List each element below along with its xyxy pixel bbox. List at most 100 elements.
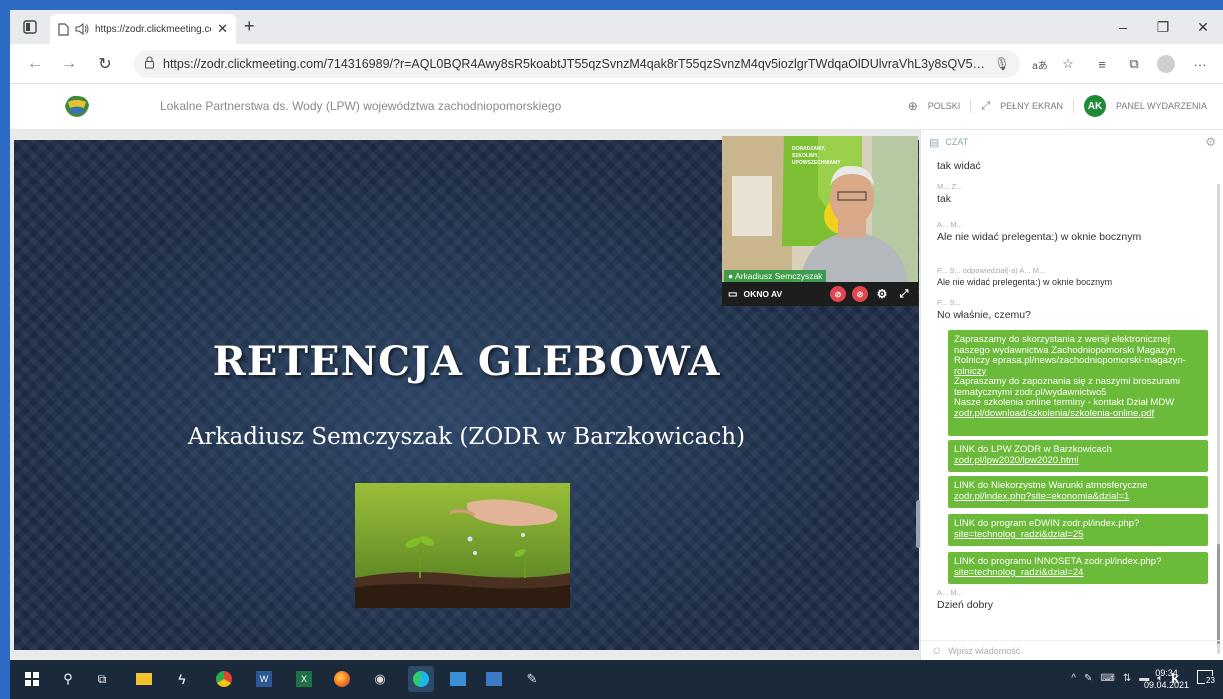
link-url[interactable]: site=technolog_radzi&dzial=25 <box>954 529 1202 541</box>
url-field[interactable]: https://zodr.clickmeeting.com/714316989/… <box>134 50 1020 78</box>
lock-icon[interactable] <box>144 56 155 72</box>
announcement-link[interactable]: zodr.pl/download/szkolenia/szkolenia-onl… <box>954 408 1202 420</box>
divider <box>1072 99 1074 113</box>
favorite-star-icon[interactable]: ☆ <box>1056 52 1080 76</box>
camera-off-button[interactable]: ⊘ <box>830 286 846 302</box>
clock-date: 09.04.2021 <box>1143 680 1189 690</box>
slide-subtitle: Arkadiusz Semczyszak (ZODR w Barzkowicac… <box>187 424 746 450</box>
browser-tab[interactable]: https://zodr.clickmeeting.co ✕ <box>50 14 236 44</box>
profile-icon[interactable] <box>1154 52 1178 76</box>
link-message: LINK do programu INNOSETA zodr.pl/index.… <box>948 552 1208 584</box>
link-url[interactable]: site=technolog_radzi&dzial=24 <box>954 567 1202 579</box>
link-url[interactable]: zodr.pl/index.php?site=ekonomia&dzial=1 <box>954 491 1202 503</box>
close-tab-icon[interactable]: ✕ <box>217 21 228 37</box>
chat-input[interactable]: ☺ Wpisz wiadomość <box>921 640 1223 660</box>
language-selector[interactable]: POLSKI <box>928 101 961 111</box>
message-author: A... M... <box>937 588 963 597</box>
firefox-icon[interactable] <box>332 669 352 689</box>
mic-on-icon: ● <box>728 271 734 281</box>
av-window-icon[interactable]: ▭ <box>728 289 737 300</box>
seedling-image <box>355 483 570 608</box>
favorites-list-icon[interactable]: ≡ <box>1090 52 1114 76</box>
globe-icon[interactable]: ⊕ <box>908 99 918 113</box>
restore-icon[interactable]: ❐ <box>1143 10 1183 44</box>
keyboard-icon[interactable]: ⌨ <box>1100 673 1114 684</box>
forward-icon[interactable]: → <box>56 52 82 76</box>
page-icon <box>58 22 69 36</box>
windows-start-icon[interactable] <box>22 669 42 689</box>
network-app-icon[interactable] <box>448 669 468 689</box>
link-title: LINK do LPW ZODR w Barzkowicach <box>954 444 1112 455</box>
clock-time: 09:34 <box>1155 668 1178 678</box>
avatar[interactable]: AK <box>1083 95 1106 117</box>
clock[interactable]: 09:34 09.04.2021 <box>1144 667 1189 691</box>
collections-icon[interactable]: ⧉ <box>1122 52 1146 76</box>
photos-icon[interactable] <box>484 669 504 689</box>
back-icon[interactable]: ← <box>22 52 48 76</box>
speaker-icon[interactable] <box>75 23 89 35</box>
new-tab-icon[interactable]: + <box>244 16 255 37</box>
word-icon[interactable]: W <box>254 669 274 689</box>
message-author: P... S... <box>937 298 961 307</box>
url-text: https://zodr.clickmeeting.com/714316989/… <box>163 57 987 71</box>
scrollbar-thumb[interactable] <box>1217 544 1220 644</box>
link-url[interactable]: zodr.pl/lpw2020/lpw2020.html <box>954 455 1202 467</box>
close-window-icon[interactable]: ✕ <box>1183 10 1223 44</box>
message-text: Dzień dobry <box>937 599 994 611</box>
chat-message: A... M... Dzień dobry <box>937 588 1205 611</box>
chat-message: M... Z... tak <box>937 182 1205 205</box>
chat-scrollbar[interactable] <box>1217 184 1220 654</box>
link-message: LINK do program eDWIN zodr.pl/index.php?… <box>948 514 1208 546</box>
banner-text: DORADZAMY, SZKOLIMY, UPOWSZECHNIAMY <box>792 146 841 166</box>
app-header: Lokalne Partnerstwa ds. Wody (LPW) wojew… <box>10 84 1223 130</box>
excel-icon[interactable]: X <box>294 669 314 689</box>
chevron-up-icon[interactable]: ^ <box>1071 673 1076 684</box>
presenter-name: Arkadiusz Semczyszak <box>735 271 823 281</box>
slide-title: RETENCJA GLEBOWA <box>212 338 721 385</box>
link-title[interactable]: LINK do program eDWIN zodr.pl/index.php? <box>954 518 1202 530</box>
event-title: Lokalne Partnerstwa ds. Wody (LPW) wojew… <box>160 99 562 113</box>
chat-message: P... S... No właśnie, czemu? <box>937 298 1205 321</box>
chat-reply: P... S... odpowiedział(-a) A... M... Ale… <box>937 266 1205 287</box>
divider <box>970 99 972 113</box>
announcement-link[interactable]: Rolniczy eprasa.pl/news/zachodniopomorsk… <box>954 355 1202 367</box>
notification-center-icon[interactable]: 23 <box>1197 670 1217 690</box>
fullscreen-icon[interactable]: ⤢ <box>981 100 990 113</box>
edge-icon[interactable] <box>408 666 434 692</box>
chat-message: tak widać <box>937 160 1205 172</box>
chat-input-placeholder: Wpisz wiadomość <box>948 645 1021 656</box>
minimize-icon[interactable]: – <box>1103 10 1143 44</box>
mic-icon[interactable]: 🎙︎ <box>994 57 1010 72</box>
announcement-message: Zapraszamy do skorzystania z wersji elek… <box>948 330 1208 436</box>
refresh-icon[interactable]: ↻ <box>92 52 118 76</box>
chrome-icon[interactable] <box>214 669 234 689</box>
task-view-icon[interactable]: ⧉ <box>92 669 112 689</box>
tab-actions-icon[interactable] <box>22 19 38 35</box>
av-window-label[interactable]: OKNO AV <box>743 289 824 299</box>
camera-app-icon[interactable]: ◉ <box>370 669 390 689</box>
link-message: LINK do Niekorzystne Warunki atmosferycz… <box>948 476 1208 508</box>
video-controls: ▭ OKNO AV ⊘ ⊘ ⚙ ⤢ <box>722 282 918 306</box>
app-icon[interactable]: ϟ <box>172 669 192 689</box>
paint-icon[interactable]: ✎ <box>522 669 542 689</box>
more-menu-icon[interactable]: ··· <box>1188 52 1212 76</box>
popout-icon[interactable]: ⤢ <box>896 286 912 302</box>
chat-icon: ▤ <box>929 136 940 149</box>
emoji-icon[interactable]: ☺ <box>931 645 942 657</box>
tab-title: https://zodr.clickmeeting.co <box>95 23 212 35</box>
file-explorer-icon[interactable] <box>134 669 154 689</box>
event-panel-button[interactable]: PANEL WYDARZENIA <box>1116 101 1207 111</box>
search-icon[interactable]: ⚲ <box>58 669 78 689</box>
network-icon[interactable]: ⇅ <box>1123 673 1131 684</box>
chat-settings-icon[interactable]: ⚙ <box>1205 135 1216 149</box>
message-author: A... M... <box>937 220 963 229</box>
announcement-line: Zapraszamy do skorzystania z wersji elek… <box>954 334 1170 345</box>
fullscreen-button[interactable]: PEŁNY EKRAN <box>1000 101 1063 111</box>
mic-off-button[interactable]: ⊘ <box>852 286 868 302</box>
header-actions: ⊕ POLSKI ⤢ PEŁNY EKRAN AK PANEL WYDARZEN… <box>908 95 1207 117</box>
video-settings-icon[interactable]: ⚙ <box>874 286 890 302</box>
read-aloud-icon[interactable]: aあ <box>1028 52 1052 76</box>
link-title[interactable]: LINK do programu INNOSETA zodr.pl/index.… <box>954 556 1202 568</box>
pen-icon[interactable]: ✎ <box>1084 673 1092 684</box>
message-text: No właśnie, czemu? <box>937 309 1031 321</box>
